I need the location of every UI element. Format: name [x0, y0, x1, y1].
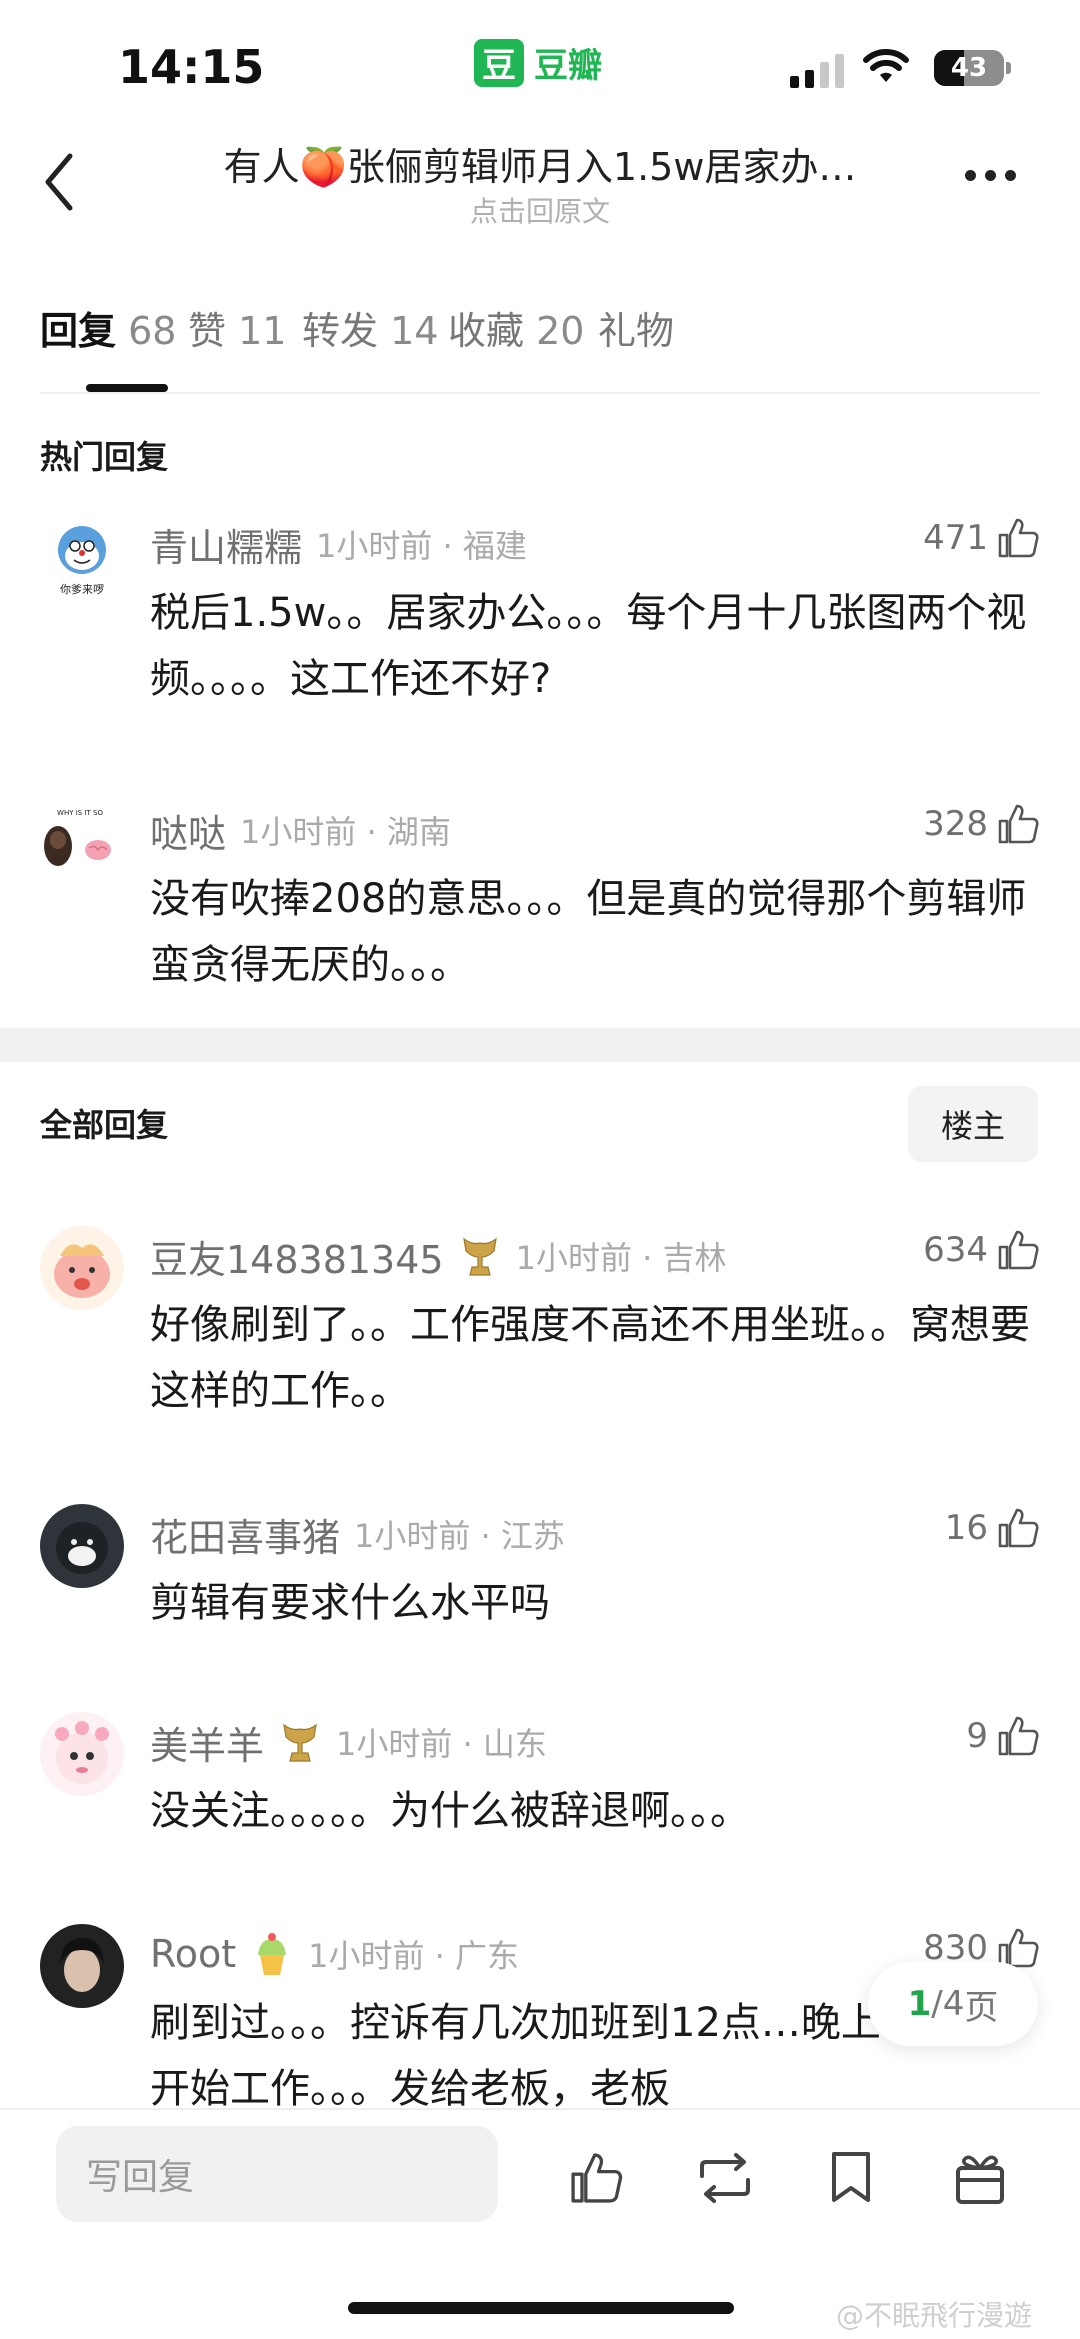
comment-item: 美羊羊 1小时前 · 山东 9 没关注。。。。。为什么被辞退啊。。。: [40, 1712, 1040, 1842]
comment-meta: 1小时前 · 吉林: [515, 1239, 727, 1277]
all-replies-title: 全部回复: [40, 1106, 169, 1144]
comment-username[interactable]: Root: [150, 1932, 236, 1976]
trophy-medal-icon: [462, 1237, 497, 1276]
comment-item: WHY IS IT SO 哒哒 1小时前 · 湖南 328 没有吹捧208的意思…: [40, 800, 1040, 1000]
bookmark-icon[interactable]: [828, 2150, 874, 2206]
thumbs-up-icon: [998, 804, 1039, 844]
comment-item: 豆友148381345 1小时前 · 吉林 634 好像刷到了。。工作强度不高还…: [40, 1226, 1040, 1426]
like-button[interactable]: 328: [923, 802, 1040, 846]
active-tab-indicator: [86, 384, 168, 392]
comment-text: 没关注。。。。。为什么被辞退啊。。。: [150, 1788, 750, 1834]
back-arrow-icon[interactable]: [40, 150, 80, 214]
reply-input[interactable]: 写回复: [56, 2126, 498, 2222]
cellular-signal-icon: [790, 52, 844, 88]
cupcake-medal-icon: [258, 1933, 287, 1975]
comment-username[interactable]: 哒哒: [150, 803, 226, 858]
avatar[interactable]: WHY IS IT SO: [40, 800, 124, 884]
battery-nub: [1006, 62, 1011, 74]
comment-text: 没有吹捧208的意思。。。但是真的觉得那个剪辑师蛮贪得无厌的。。。: [150, 876, 1027, 988]
svg-text:你爹来啰: 你爹来啰: [60, 582, 104, 596]
reaction-tabs: 回复 68 赞 11 转发 14 收藏 20 礼物: [40, 300, 1040, 392]
page-indicator[interactable]: 1/4 页: [868, 1962, 1038, 2046]
gift-icon[interactable]: [952, 2148, 1008, 2206]
comment-username[interactable]: 美羊羊: [150, 1715, 264, 1770]
like-button[interactable]: 471: [923, 516, 1040, 560]
status-time: 14:15: [118, 40, 265, 94]
watermark: @不眠飛行漫遊: [836, 2299, 1033, 2332]
tab-collections[interactable]: 收藏 20: [448, 300, 584, 355]
avatar[interactable]: [40, 1226, 124, 1310]
comment-meta: 1小时前 · 江苏: [354, 1517, 565, 1555]
page-unit: 页: [964, 1987, 999, 2028]
back-to-post-link[interactable]: 点击回原文: [150, 190, 930, 230]
like-count: 16: [944, 1508, 988, 1548]
like-post-icon[interactable]: [568, 2150, 624, 2206]
svg-text:WHY IS IT SO: WHY IS IT SO: [57, 809, 103, 817]
douban-logo: 豆 豆瓣: [474, 38, 602, 87]
thumbs-up-icon: [998, 1508, 1039, 1548]
comment-meta: 1小时前 · 广东: [308, 1937, 519, 1975]
like-count: 471: [923, 518, 988, 558]
comment-username[interactable]: 青山糯糯: [150, 517, 302, 572]
wifi-icon: [863, 49, 909, 82]
tab-likes[interactable]: 赞 11: [188, 300, 286, 355]
douban-logo-text: 豆瓣: [534, 46, 602, 86]
like-count: 9: [966, 1716, 988, 1756]
comment-item: 你爹来啰 青山糯糯 1小时前 · 福建 471 税后1.5w。。居家办公。。。每…: [40, 514, 1040, 714]
tab-gifts[interactable]: 礼物: [598, 300, 674, 355]
comment-meta: 1小时前 · 山东: [336, 1725, 547, 1763]
comment-username[interactable]: 豆友148381345: [150, 1229, 444, 1284]
like-button[interactable]: 9: [966, 1714, 1040, 1758]
more-options-icon[interactable]: [965, 170, 1016, 181]
like-count: 634: [923, 1230, 988, 1270]
thumbs-up-icon: [998, 1716, 1039, 1756]
douban-logo-badge: 豆: [474, 38, 524, 87]
op-only-filter-button[interactable]: 楼主: [908, 1086, 1038, 1162]
thumbs-up-icon: [998, 518, 1039, 558]
comment-item: 花田喜事猪 1小时前 · 江苏 16 剪辑有要求什么水平吗: [40, 1504, 1040, 1634]
page-current: 1: [907, 1984, 932, 2024]
tab-reshares[interactable]: 转发 14: [302, 300, 438, 355]
battery-icon: 43: [934, 50, 1004, 86]
comment-meta: 1小时前 · 福建: [316, 527, 527, 565]
avatar[interactable]: 你爹来啰: [40, 514, 124, 598]
avatar[interactable]: [40, 1504, 124, 1588]
comment-text: 剪辑有要求什么水平吗: [150, 1580, 550, 1626]
comment-username[interactable]: 花田喜事猪: [150, 1507, 340, 1562]
page-total: /4: [931, 1984, 965, 2024]
comment-meta: 1小时前 · 湖南: [240, 813, 451, 851]
post-title[interactable]: 有人🍑张俪剪辑师月入1.5w居家办…: [150, 136, 930, 191]
tab-replies[interactable]: 回复 68: [40, 300, 176, 355]
hot-replies-title: 热门回复: [40, 438, 169, 476]
like-count: 328: [923, 804, 988, 844]
comment-text: 好像刷到了。。工作强度不高还不用坐班。。窝想要这样的工作。。: [150, 1302, 1030, 1414]
thumbs-up-icon: [998, 1230, 1039, 1270]
section-divider: [0, 1028, 1080, 1062]
avatar[interactable]: [40, 1712, 124, 1796]
home-indicator: [348, 2302, 734, 2314]
like-button[interactable]: 16: [945, 1506, 1040, 1550]
avatar[interactable]: [40, 1924, 124, 2008]
comment-text: 税后1.5w。。居家办公。。。每个月十几张图两个视频。。。。这工作还不好?: [150, 590, 1027, 702]
tabs-divider: [40, 392, 1040, 394]
reshare-icon[interactable]: [694, 2150, 756, 2206]
trophy-medal-icon: [283, 1723, 317, 1762]
like-button[interactable]: 634: [923, 1228, 1040, 1272]
battery-percent: 43: [950, 53, 988, 83]
